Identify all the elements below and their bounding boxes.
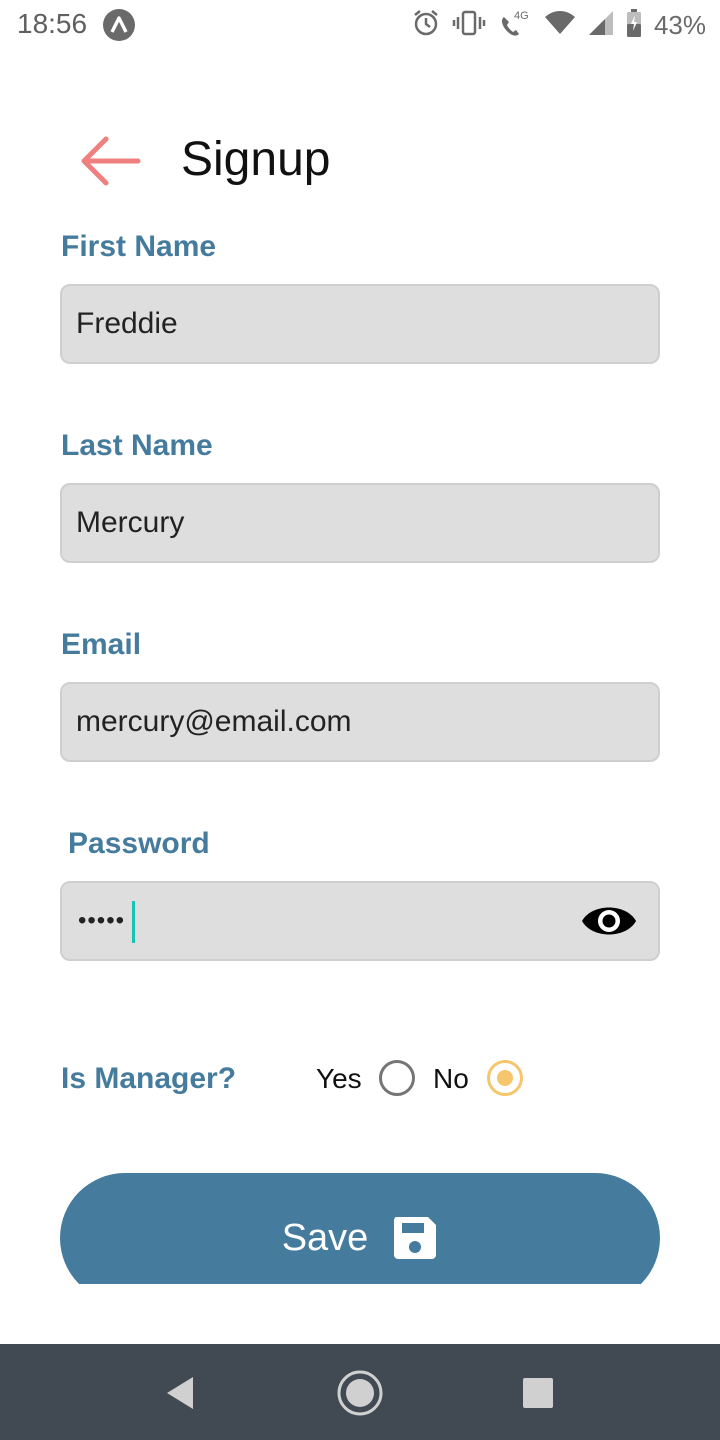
home-circle-icon [337,1370,383,1416]
status-icons: 4G 43% [412,6,706,44]
alarm-icon [412,9,440,42]
radio-yes-label: Yes [316,1063,362,1094]
last-name-field[interactable] [60,483,660,563]
nav-recents-button[interactable] [513,1368,563,1418]
lambda-icon [103,9,135,41]
nav-home-button[interactable] [335,1368,385,1418]
status-bar: 18:56 4G 43% [0,0,720,50]
vibrate-icon [452,9,486,42]
email-field[interactable] [60,682,660,762]
battery-percent: 43% [653,9,706,40]
text-cursor [132,901,135,943]
floppy-disk-icon [394,1217,437,1259]
password-input[interactable]: ••••• [78,883,125,959]
status-time: 18:56 [17,8,88,39]
recents-square-icon [523,1378,553,1408]
show-password-button[interactable] [580,899,638,943]
back-button[interactable] [70,128,150,194]
wifi-calling-4g-icon: 4G [498,10,532,40]
battery-icon [626,8,642,42]
email-input[interactable] [76,684,556,760]
wifi-icon [544,10,576,41]
radio-no-selected[interactable] [487,1060,523,1096]
password-field[interactable]: ••••• [60,881,660,961]
arrow-left-icon [81,136,141,186]
is-manager-label: Is Manager? [61,1062,237,1095]
email-label: Email [61,628,142,661]
nav-back-button[interactable] [155,1368,205,1418]
radio-no-label: No [433,1063,469,1094]
radio-yes[interactable] [379,1060,415,1096]
page-title: Signup [181,133,331,186]
last-name-label: Last Name [61,429,213,462]
first-name-input[interactable] [76,286,556,362]
cell-signal-icon [588,10,614,41]
eye-icon [582,907,636,935]
first-name-field[interactable] [60,284,660,364]
last-name-input[interactable] [76,485,556,561]
save-button[interactable]: Save [60,1173,660,1284]
navigation-bar [0,1344,720,1440]
password-label: Password [68,827,210,860]
back-triangle-icon [167,1377,193,1409]
save-button-container: Save [60,1173,660,1284]
save-button-label: Save [281,1216,369,1259]
first-name-label: First Name [61,230,217,263]
network-label: 4G [513,10,529,22]
